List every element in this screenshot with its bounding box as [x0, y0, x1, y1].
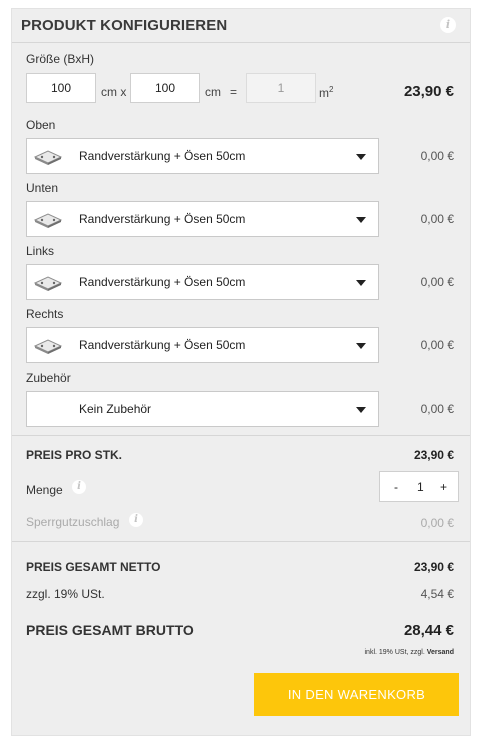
tax-shipping-note: inkl. 19% USt, zzgl. Versand	[365, 649, 455, 656]
chevron-down-icon	[356, 217, 366, 223]
area-unit-text: m	[319, 86, 329, 100]
area-unit-sup: 2	[329, 85, 334, 94]
chevron-down-icon	[356, 343, 366, 349]
tax-note-text: inkl. 19% USt, zzgl.	[364, 649, 427, 656]
select-oben[interactable]: Randverstärkung + Ösen 50cm	[26, 138, 379, 174]
configurator-panel: PRODUKT KONFIGURIEREN i Größe (BxH) 100 …	[11, 8, 471, 736]
divider	[12, 435, 470, 436]
gross-total-label: PREIS GESAMT BRUTTO	[26, 622, 194, 638]
equals-sign: =	[230, 85, 238, 99]
quantity-label: Menge	[26, 483, 63, 497]
eyelet-thumbnail-icon	[33, 276, 63, 291]
net-total-price: 23,90 €	[413, 560, 454, 574]
select-rechts[interactable]: Randverstärkung + Ösen 50cm	[26, 327, 379, 363]
eyelet-thumbnail-icon	[33, 150, 63, 165]
divider	[12, 541, 470, 542]
chevron-down-icon	[356, 154, 366, 160]
height-unit: cm	[205, 85, 221, 99]
vat-label: zzgl. 19% USt.	[26, 587, 105, 601]
select-value: Randverstärkung + Ösen 50cm	[79, 212, 246, 226]
height-input[interactable]: 100	[130, 73, 200, 103]
select-unten[interactable]: Randverstärkung + Ösen 50cm	[26, 201, 379, 237]
info-icon[interactable]: i	[440, 17, 456, 33]
option-price-oben: 0,00 €	[420, 149, 454, 163]
add-to-cart-button[interactable]: IN DEN WARENKORB	[254, 673, 459, 716]
shipping-link[interactable]: Versand	[427, 649, 454, 656]
net-total-label: PREIS GESAMT NETTO	[26, 560, 161, 574]
bulky-surcharge-label: Sperrgutzuschlag	[26, 515, 120, 529]
bulky-surcharge-price: 0,00 €	[420, 516, 454, 530]
select-zubehoer[interactable]: Kein Zubehör	[26, 391, 379, 427]
option-price-unten: 0,00 €	[420, 212, 454, 226]
select-value: Randverstärkung + Ösen 50cm	[79, 275, 246, 289]
select-value: Randverstärkung + Ösen 50cm	[79, 149, 246, 163]
panel-title: PRODUKT KONFIGURIEREN	[21, 17, 228, 34]
quantity-value[interactable]: 1	[417, 480, 424, 494]
chevron-down-icon	[356, 280, 366, 286]
width-unit: cm x	[101, 85, 127, 99]
bulky-info-icon[interactable]: i	[129, 513, 143, 527]
select-links[interactable]: Randverstärkung + Ösen 50cm	[26, 264, 379, 300]
option-label-links: Links	[26, 244, 55, 258]
select-value: Randverstärkung + Ösen 50cm	[79, 338, 246, 352]
option-label-oben: Oben	[26, 118, 56, 132]
option-label-zubehoer: Zubehör	[26, 371, 71, 385]
quantity-stepper[interactable]: - 1 +	[379, 471, 459, 502]
option-price-rechts: 0,00 €	[420, 338, 454, 352]
width-input[interactable]: 100	[26, 73, 96, 103]
select-value: Kein Zubehör	[79, 402, 152, 416]
chevron-down-icon	[356, 407, 366, 413]
size-label: Größe (BxH)	[26, 52, 95, 66]
eyelet-thumbnail-icon	[33, 213, 63, 228]
vat-price: 4,54 €	[420, 587, 454, 601]
quantity-minus-button[interactable]: -	[394, 480, 398, 494]
price-per-piece: 23,90 €	[413, 448, 454, 462]
panel-header: PRODUKT KONFIGURIEREN i	[12, 9, 470, 43]
price-per-piece-label: PREIS PRO STK.	[26, 448, 123, 462]
quantity-info-icon[interactable]: i	[72, 480, 86, 494]
option-price-links: 0,00 €	[420, 275, 454, 289]
option-label-unten: Unten	[26, 181, 59, 195]
area-output: 1	[246, 73, 316, 103]
eyelet-thumbnail-icon	[33, 339, 63, 354]
size-price: 23,90 €	[403, 83, 454, 100]
option-price-zubehoer: 0,00 €	[420, 402, 454, 416]
gross-total-price: 28,44 €	[403, 622, 454, 639]
option-label-rechts: Rechts	[26, 307, 64, 321]
area-unit: m2	[319, 85, 333, 100]
quantity-plus-button[interactable]: +	[440, 480, 447, 494]
